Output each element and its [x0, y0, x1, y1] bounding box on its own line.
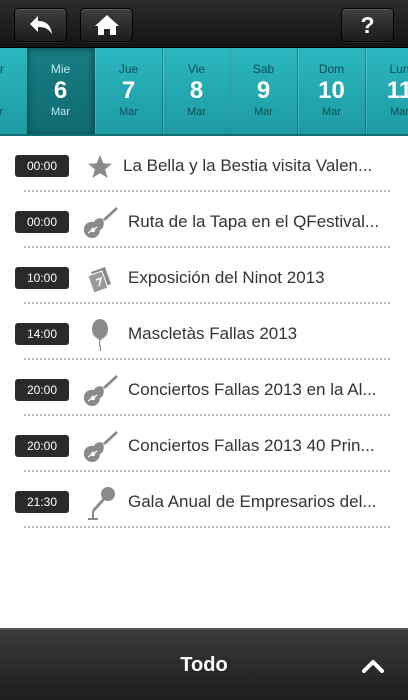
back-arrow-icon	[29, 16, 52, 34]
help-button[interactable]: ?	[341, 8, 394, 42]
day-weekday: Mie	[50, 62, 71, 76]
event-row[interactable]: 00:00 Ruta de la Tapa en el QFestival...	[0, 194, 408, 250]
day-weekday: Dom	[318, 62, 345, 76]
day-month: Mar	[119, 106, 138, 118]
day-weekday: Lun	[389, 62, 408, 76]
day-number: 8	[189, 77, 204, 104]
event-title: Mascletàs Fallas 2013	[128, 324, 298, 343]
home-icon	[94, 15, 119, 35]
day-weekday: Jue	[118, 62, 139, 76]
event-title: Gala Anual de Empresarios del...	[128, 492, 377, 511]
ticket-icon	[80, 262, 120, 296]
guitar-icon	[80, 430, 120, 464]
day-number: 10	[318, 77, 345, 104]
day-tab[interactable]: Jue 7 Mar	[95, 48, 163, 134]
day-month: Mar	[51, 106, 70, 118]
event-title: Ruta de la Tapa en el QFestival...	[128, 212, 380, 231]
filter-label: Todo	[180, 654, 228, 676]
time-badge: 14:00	[15, 323, 69, 345]
separator	[24, 190, 390, 192]
event-title: Exposición del Ninot 2013	[128, 268, 325, 287]
time-badge: 20:00	[15, 379, 69, 401]
event-row[interactable]: 20:00 Conciertos Fallas 2013 en la Al...	[0, 362, 408, 418]
event-row[interactable]: 14:00 Mascletàs Fallas 2013	[0, 306, 408, 362]
day-number: 9	[256, 77, 271, 104]
separator	[24, 358, 390, 360]
day-month: Mar	[322, 106, 341, 118]
event-title: Conciertos Fallas 2013 40 Prin...	[128, 436, 375, 455]
day-month: Mar	[254, 106, 273, 118]
day-tab-selected[interactable]: Mie 6 Mar	[27, 48, 95, 134]
home-button[interactable]	[80, 8, 133, 42]
day-tab[interactable]: Dom 10 Mar	[298, 48, 366, 134]
time-badge: 20:00	[15, 435, 69, 457]
separator	[24, 470, 390, 472]
event-row[interactable]: 20:00 Conciertos Fallas 2013 40 Prin...	[0, 418, 408, 474]
event-row[interactable]: 21:30 Gala Anual de Empresarios del...	[0, 474, 408, 530]
day-weekday: Vie	[187, 62, 206, 76]
day-month: Mar	[390, 106, 408, 118]
event-row[interactable]: 10:00 Exposición del Ninot 2013	[0, 250, 408, 306]
event-title: Conciertos Fallas 2013 en la Al...	[128, 380, 377, 399]
day-month: Mar	[187, 106, 206, 118]
event-title: La Bella y la Bestia visita Valen...	[123, 156, 373, 175]
balloon-icon	[80, 318, 120, 352]
day-weekday: Mar	[0, 62, 4, 76]
day-tab[interactable]: Lun 11 Mar	[366, 48, 408, 134]
chevron-up-icon[interactable]	[362, 658, 384, 674]
time-badge: 00:00	[15, 211, 69, 233]
bottom-filter-bar[interactable]: Todo	[0, 628, 408, 700]
day-number: 7	[121, 77, 136, 104]
separator	[24, 526, 390, 528]
day-weekday: Sab	[252, 62, 275, 76]
time-badge: 21:30	[15, 491, 69, 513]
day-number: 5	[0, 77, 27, 105]
help-label: ?	[360, 11, 375, 38]
event-row[interactable]: 00:00 La Bella y la Bestia visita Valen.…	[0, 138, 408, 194]
day-tab[interactable]: Vie 8 Mar	[163, 48, 231, 134]
microphone-icon	[80, 486, 120, 520]
separator	[24, 302, 390, 304]
day-number: 11	[386, 77, 408, 104]
event-list: 00:00 La Bella y la Bestia visita Valen.…	[0, 138, 408, 530]
star-icon	[80, 150, 120, 184]
day-tab[interactable]: Sab 9 Mar	[230, 48, 298, 134]
top-toolbar: ?	[0, 0, 408, 48]
guitar-icon	[80, 206, 120, 240]
date-selector[interactable]: Mar 5 Mar Mie 6 Mar Jue 7 Mar Vie 8 Mar …	[0, 48, 408, 136]
back-button[interactable]	[14, 8, 67, 42]
day-month: Mar	[0, 106, 27, 118]
guitar-icon	[80, 374, 120, 408]
separator	[24, 414, 390, 416]
time-badge: 10:00	[15, 267, 69, 289]
day-tab[interactable]: Mar 5 Mar	[0, 48, 28, 134]
day-number: 6	[53, 77, 68, 104]
separator	[24, 246, 390, 248]
time-badge: 00:00	[15, 155, 69, 177]
